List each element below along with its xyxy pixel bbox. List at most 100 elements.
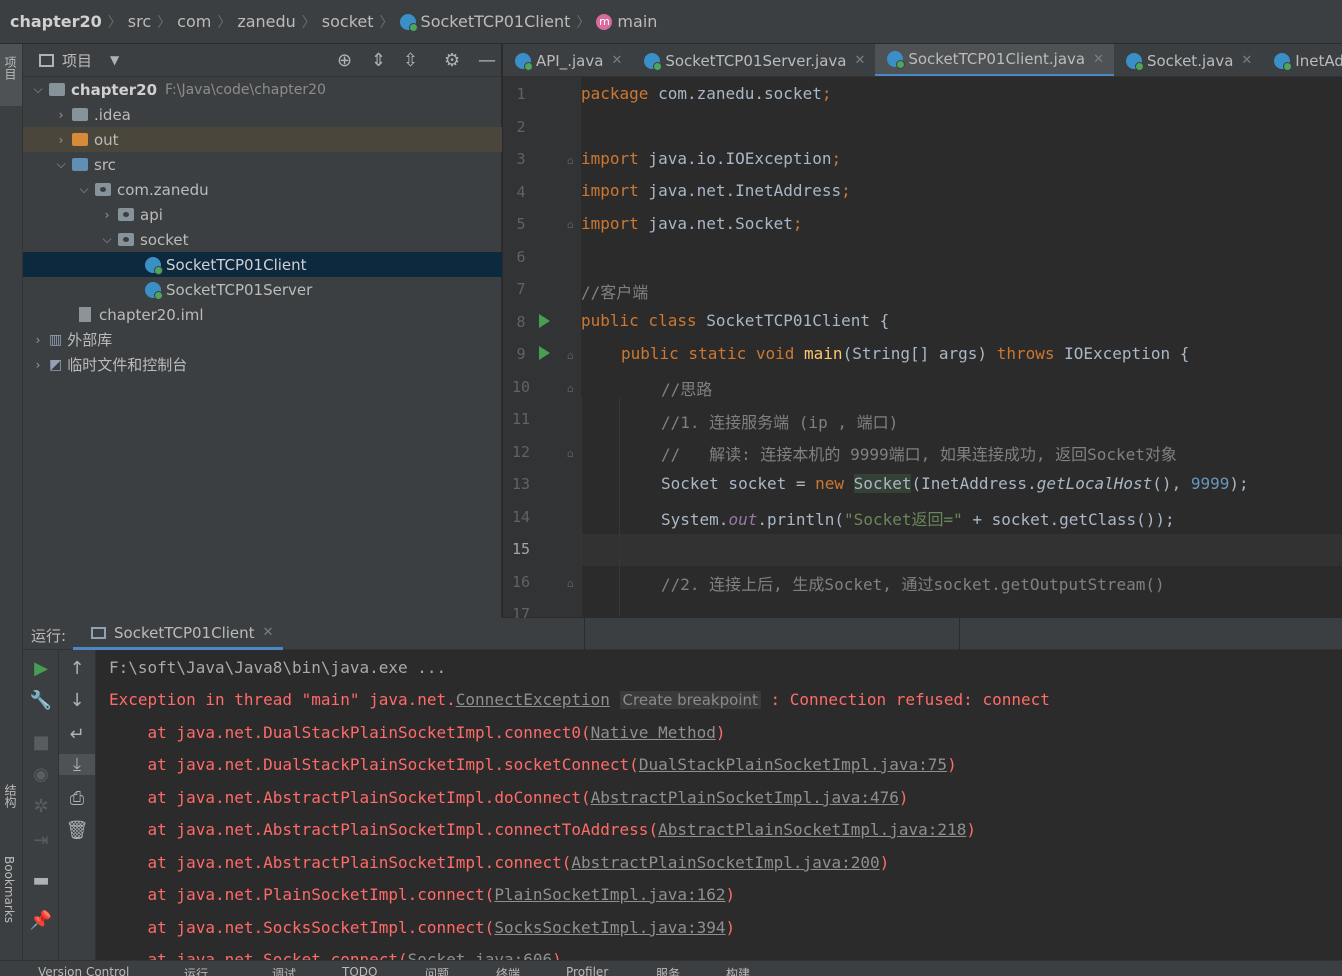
run-tool-tab[interactable]: 运行 [184, 965, 208, 976]
layout-icon[interactable]: ▬ [23, 870, 59, 891]
scroll-to-end-icon[interactable]: ⤓ [59, 754, 95, 775]
source-folder-icon [72, 158, 88, 171]
fold-icon[interactable]: ⌂ [567, 577, 574, 590]
tree-item-com-zanedu[interactable]: ⌵ com.zanedu [23, 177, 502, 202]
breadcrumb-class[interactable]: SocketTCP01Client [421, 12, 571, 31]
structure-tool-tab[interactable]: 结构 [2, 784, 19, 808]
chevron-right-icon[interactable]: › [31, 358, 45, 372]
profiler-tool-tab[interactable]: Profiler [566, 965, 608, 976]
close-icon[interactable]: ✕ [854, 53, 865, 68]
print-icon[interactable]: ⎙ [59, 788, 95, 809]
excluded-folder-icon [72, 133, 88, 146]
chevron-down-icon[interactable]: ⌵ [100, 232, 114, 247]
run-gutter-icon[interactable] [539, 346, 550, 360]
run-gutter-icon[interactable] [539, 314, 550, 328]
collapse-all-icon[interactable]: ⇳ [403, 50, 418, 71]
bookmarks-tool-tab[interactable]: Bookmarks [2, 856, 16, 923]
breadcrumb-com[interactable]: com [177, 12, 211, 31]
tab-inetaddress-java[interactable]: InetAddr [1262, 44, 1342, 76]
arrow-down-icon[interactable]: ↓ [59, 690, 95, 711]
gear-icon[interactable]: ⚙ [444, 50, 460, 71]
line-number: 8 [516, 313, 526, 331]
fold-icon[interactable]: ⌂ [567, 382, 574, 395]
chevron-down-icon[interactable]: ⌵ [31, 82, 45, 97]
soft-wrap-icon[interactable]: ↵ [59, 724, 95, 745]
tree-item-src[interactable]: ⌵ src [23, 152, 502, 177]
chevron-down-icon[interactable]: ▼ [110, 53, 119, 67]
tab-socket-client-java[interactable]: SocketTCP01Client.java ✕ [875, 44, 1114, 76]
chevron-right-icon[interactable]: › [31, 333, 45, 347]
pin-icon[interactable]: 📌 [23, 910, 59, 931]
rerun-icon[interactable]: ▶ [23, 658, 59, 679]
run-tab-socket-client[interactable]: SocketTCP01Client ✕ [73, 618, 283, 650]
expand-all-icon[interactable]: ⇕ [371, 50, 386, 71]
close-icon[interactable]: ✕ [1093, 52, 1104, 67]
tab-api-java[interactable]: API_.java ✕ [503, 44, 632, 76]
build-tool-tab[interactable]: 构建 [726, 965, 750, 976]
chevron-right-icon[interactable]: › [54, 108, 68, 122]
source-link[interactable]: Socket.java:606 [408, 950, 553, 960]
project-panel-title[interactable]: 项目 [62, 50, 92, 71]
close-icon[interactable]: ✕ [611, 53, 622, 68]
fold-icon[interactable]: ⌂ [567, 154, 574, 167]
settings-icon[interactable]: ✲ [23, 796, 59, 817]
debug-tool-tab[interactable]: 调试 [272, 965, 296, 976]
camera-icon[interactable]: ◉ [23, 764, 59, 785]
problems-tool-tab[interactable]: 问题 [425, 965, 449, 976]
fold-icon[interactable]: ⌂ [567, 447, 574, 460]
breadcrumb-zanedu[interactable]: zanedu [237, 12, 295, 31]
locate-icon[interactable]: ⊕ [337, 50, 352, 71]
exit-icon[interactable]: ⇥ [23, 830, 59, 851]
fold-icon[interactable]: ⌂ [567, 218, 574, 231]
chevron-down-icon[interactable]: ⌵ [54, 157, 68, 172]
hide-icon[interactable]: — [478, 50, 496, 71]
tree-item-chapter20[interactable]: ⌵ chapter20 F:\Java\code\chapter20 [23, 77, 502, 102]
chevron-down-icon[interactable]: ⌵ [77, 182, 91, 197]
tree-item-external-libraries[interactable]: › ▥ 外部库 [23, 327, 502, 352]
chevron-right-icon[interactable]: › [100, 208, 114, 222]
source-link[interactable]: AbstractPlainSocketImpl.java:218 [658, 820, 966, 839]
source-link[interactable]: PlainSocketImpl.java:162 [494, 885, 725, 904]
close-icon[interactable]: ✕ [263, 625, 274, 640]
todo-tool-tab[interactable]: TODO [342, 965, 377, 976]
version-control-tab[interactable]: Version Control [38, 965, 129, 976]
tab-label: SocketTCP01Client.java [908, 50, 1086, 68]
code-editor[interactable]: package com.zanedu.socket; import java.i… [581, 77, 1342, 617]
wrench-icon[interactable]: 🔧 [23, 690, 59, 711]
create-breakpoint-hint[interactable]: Create breakpoint [619, 691, 761, 709]
exception-class-link[interactable]: ConnectException [456, 690, 610, 709]
tree-item-iml[interactable]: chapter20.iml [23, 302, 502, 327]
tree-item-socket-client[interactable]: SocketTCP01Client [23, 252, 502, 277]
tree-item-idea[interactable]: › .idea [23, 102, 502, 127]
console-output[interactable]: F:\soft\Java\Java8\bin\java.exe ... Exce… [96, 650, 1342, 960]
fold-icon[interactable]: ⌂ [567, 349, 574, 362]
tab-socket-server-java[interactable]: SocketTCP01Server.java ✕ [632, 44, 875, 76]
terminal-tool-tab[interactable]: 终端 [496, 965, 520, 976]
trash-icon[interactable]: 🗑 [59, 820, 95, 841]
source-link[interactable]: AbstractPlainSocketImpl.java:476 [591, 788, 899, 807]
source-link[interactable]: Native Method [591, 723, 716, 742]
breadcrumb-project[interactable]: chapter20 [10, 12, 102, 31]
code-line-9: public static void main(String[] args) t… [621, 344, 1190, 363]
editor-gutter[interactable]: 1 2 3 4 5 6 7 8 9 10 11 12 13 14 15 16 1… [503, 77, 581, 623]
chevron-right-icon[interactable]: › [54, 133, 68, 147]
close-icon[interactable]: ✕ [1241, 53, 1252, 68]
breadcrumb-src[interactable]: src [128, 12, 151, 31]
tree-item-socket[interactable]: ⌵ socket [23, 227, 502, 252]
stop-icon[interactable]: ■ [23, 732, 59, 753]
tree-item-scratches[interactable]: › ◩ 临时文件和控制台 [23, 352, 502, 377]
tree-item-socket-server[interactable]: SocketTCP01Server [23, 277, 502, 302]
source-link[interactable]: SocksSocketImpl.java:394 [494, 918, 725, 937]
tree-item-out[interactable]: › out [23, 127, 502, 152]
source-link[interactable]: AbstractPlainSocketImpl.java:200 [571, 853, 879, 872]
source-link[interactable]: DualStackPlainSocketImpl.java:75 [639, 755, 947, 774]
breadcrumb-socket[interactable]: socket [322, 12, 374, 31]
tree-item-label: SocketTCP01Server [166, 280, 313, 299]
tab-socket-java[interactable]: Socket.java ✕ [1114, 44, 1262, 76]
tree-item-api[interactable]: › api [23, 202, 502, 227]
stack-trace-line: at java.net.DualStackPlainSocketImpl.soc… [109, 755, 957, 774]
services-tool-tab[interactable]: 服务 [656, 965, 680, 976]
arrow-up-icon[interactable]: ↑ [59, 658, 95, 679]
code-line-10: //思路 [661, 380, 713, 399]
breadcrumb-method[interactable]: main [617, 12, 657, 31]
